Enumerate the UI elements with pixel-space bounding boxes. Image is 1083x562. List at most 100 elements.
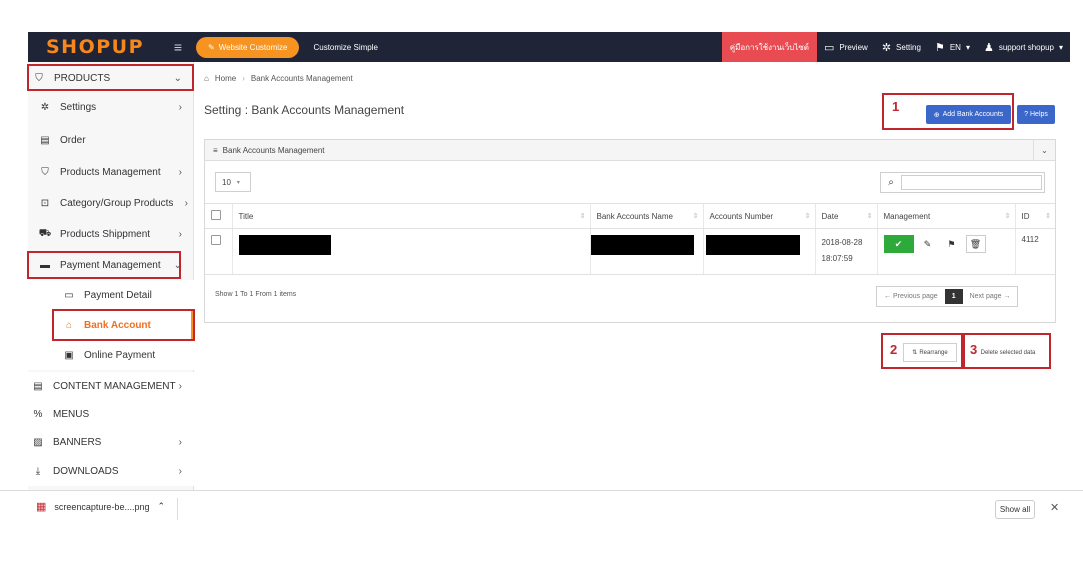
rearrange-label: Rearrange <box>919 349 948 356</box>
sort-icon: ⇕ <box>804 213 811 220</box>
divider <box>177 498 178 520</box>
monitor-icon: ▭ <box>823 41 835 54</box>
plus-circle-icon: ⊕ <box>933 111 940 119</box>
sidebar-item-label: Category/Group Products <box>60 198 174 209</box>
website-customize-label: Website Customize <box>218 42 288 52</box>
page-size-value: 10 <box>222 177 231 187</box>
sort-icon: ⇕ <box>579 213 586 220</box>
helps-button[interactable]: ? Helps <box>1017 105 1055 124</box>
document-icon: ▤ <box>40 135 50 146</box>
search-input[interactable] <box>901 175 1042 190</box>
table-header-row: Title ⇕ Bank Accounts Name ⇕ Accounts Numb… <box>205 203 1055 229</box>
row-select-cell <box>205 228 233 275</box>
breadcrumb-separator-icon: › <box>242 73 245 83</box>
manual-button[interactable]: คู่มือการใช้งานเว็บไซต์ <box>721 32 817 62</box>
close-icon[interactable]: ✕ <box>1050 501 1059 514</box>
column-header-accounts-number[interactable]: Accounts Number ⇕ <box>703 203 816 229</box>
sidebar-item-label: Products Management <box>60 167 161 178</box>
download-icon: ⤓ <box>35 466 41 477</box>
collapse-button[interactable]: ⌄ <box>1033 140 1055 160</box>
page-title: Setting : Bank Accounts Management <box>204 103 405 117</box>
sidebar-item-banners[interactable]: ▨ BANNERS › <box>28 428 194 457</box>
magic-wand-icon: ✎ <box>208 42 215 52</box>
chevron-right-icon: › <box>178 167 182 178</box>
flag-button[interactable]: ⚑ <box>941 235 962 253</box>
download-bar: ▦ screencapture-be....png ⌃ Show all ✕ <box>0 490 1083 526</box>
sidebar-item-content-management[interactable]: ▤ CONTENT MANAGEMENT › <box>28 372 194 401</box>
chevron-up-icon[interactable]: ⌃ <box>157 501 165 512</box>
bank-accounts-panel: ≡ Bank Accounts Management ⌄ 10 ▾ ⌕ Titl… <box>204 139 1056 323</box>
rearrange-button[interactable]: ⇅ Rearrange <box>903 343 957 362</box>
row-time: 18:07:59 <box>821 254 853 263</box>
question-circle-icon: ? <box>1024 111 1028 118</box>
bag-icon: ⛉ <box>41 167 49 178</box>
sidebar-item-label: BANNERS <box>53 437 102 448</box>
home-icon: ⌂ <box>204 73 209 83</box>
sidebar-item-menus[interactable]: % MENUS <box>28 400 194 429</box>
preview-label: Preview <box>839 42 868 52</box>
download-item[interactable]: ▦ screencapture-be....png ⌃ <box>36 500 165 513</box>
column-header-date[interactable]: Date ⇕ <box>815 203 878 229</box>
user-label: support shopup <box>998 42 1054 52</box>
sidebar-item-category-group-products[interactable]: ⊡ Category/Group Products › <box>28 189 194 218</box>
breadcrumb-home[interactable]: Home <box>215 74 236 83</box>
document-icon: ▤ <box>33 381 43 392</box>
page-size-select[interactable]: 10 ▾ <box>215 172 251 192</box>
column-header-id[interactable]: ID ⇕ <box>1015 203 1055 229</box>
column-header-label: Title <box>238 211 254 221</box>
approve-button[interactable]: ✔ <box>883 235 914 253</box>
sidebar-item-order[interactable]: ▤ Order <box>28 126 194 155</box>
add-bank-account-button[interactable]: ⊕ Add Bank Accounts <box>926 105 1011 124</box>
sidebar-item-online-payment[interactable]: ▣ Online Payment <box>28 340 194 370</box>
setting-button[interactable]: ✲ Setting <box>875 41 928 54</box>
redacted-block <box>238 235 331 255</box>
column-header-management[interactable]: Management ⇕ <box>877 203 1016 229</box>
highlight-payment-management <box>27 251 181 279</box>
table-row: 2018-08-28 18:07:59 ✔ ✎ ⚑ 🗑 4112 <box>205 228 1055 275</box>
hamburger-icon[interactable]: ≡ <box>174 39 182 55</box>
column-header-label: Accounts Number <box>709 211 774 221</box>
website-customize-button[interactable]: ✎ Website Customize <box>196 36 300 58</box>
cell-date: 2018-08-28 18:07:59 <box>815 228 878 275</box>
column-header-bank-accounts-name[interactable]: Bank Accounts Name ⇕ <box>590 203 704 229</box>
sidebar-item-payment-detail[interactable]: ▭ Payment Detail <box>28 280 194 310</box>
breadcrumb: ⌂ Home › Bank Accounts Management <box>194 68 353 88</box>
next-page-button[interactable]: Next page → <box>963 287 1018 306</box>
current-page-button[interactable]: 1 <box>944 289 963 304</box>
delete-button[interactable]: 🗑 <box>965 235 986 253</box>
sidebar-item-label: Online Payment <box>84 349 156 361</box>
sidebar-item-products-management[interactable]: ⛉ Products Management › <box>28 158 194 187</box>
pagination: ← Previous page 1 Next page → <box>876 286 1019 307</box>
management-buttons: ✔ ✎ ⚑ 🗑 <box>883 235 1015 253</box>
customize-simple-link[interactable]: Customize Simple <box>313 43 377 52</box>
chevron-right-icon: › <box>178 229 182 240</box>
show-all-button[interactable]: Show all <box>995 500 1035 519</box>
sort-icon: ⇕ <box>692 213 699 220</box>
previous-page-button[interactable]: ← Previous page <box>877 287 945 306</box>
sidebar-item-downloads[interactable]: ⤓ DOWNLOADS › <box>28 457 194 486</box>
top-navbar: SHOPUP ≡ ✎ Website Customize Customize S… <box>28 32 1070 62</box>
table-info: Show 1 To 1 From 1 items <box>215 291 297 298</box>
sidebar-item-settings[interactable]: ✲ Settings › <box>28 93 194 122</box>
column-header-title[interactable]: Title ⇕ <box>232 203 591 229</box>
cell-title <box>232 228 591 275</box>
sidebar-item-label: Products Shippment <box>60 229 151 240</box>
user-dropdown[interactable]: ♟ support shopup ▾ <box>977 41 1070 54</box>
preview-button[interactable]: ▭ Preview <box>817 41 875 54</box>
delete-selected-button[interactable]: Delete selected data <box>968 343 1048 362</box>
chevron-right-icon: › <box>178 466 182 477</box>
row-date: 2018-08-28 <box>821 238 863 247</box>
edit-button[interactable]: ✎ <box>917 235 938 253</box>
sidebar-item-products-shippment[interactable]: ⛟ Products Shippment › <box>28 220 194 249</box>
sidebar-item-label: Order <box>60 135 86 146</box>
sort-icon: ⇕ <box>1004 213 1011 220</box>
select-all-checkbox[interactable] <box>211 210 221 220</box>
select-all-cell <box>205 203 233 229</box>
add-bank-account-label: Add Bank Accounts <box>942 111 1004 118</box>
cell-id: 4112 <box>1015 228 1055 275</box>
list-icon: ≡ <box>213 145 218 155</box>
language-dropdown[interactable]: ⚑ EN ▾ <box>928 41 977 54</box>
row-checkbox[interactable] <box>211 235 221 245</box>
highlight-products <box>27 64 194 91</box>
shopup-logo[interactable]: SHOPUP <box>46 36 144 58</box>
